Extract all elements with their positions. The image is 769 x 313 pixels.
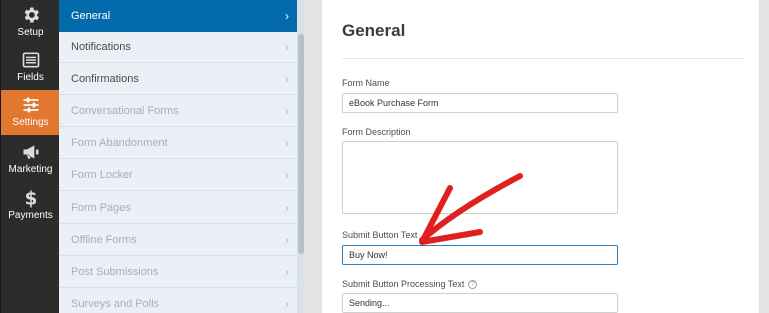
panel-item-label: Post Submissions	[71, 266, 159, 278]
chevron-right-icon: ›	[285, 265, 289, 279]
panel-item-label: Offline Forms	[71, 234, 137, 246]
rail-item-label: Fields	[17, 72, 44, 83]
panel-item-label: General	[71, 10, 111, 22]
submit-button-text-label: Submit Button Text	[342, 230, 418, 240]
processing-text-label-text: Submit Button Processing Text	[342, 279, 465, 289]
panel-item-form-locker[interactable]: Form Locker ›	[59, 159, 297, 191]
gear-icon	[24, 7, 39, 23]
panel-item-label: Form Abandonment	[71, 137, 168, 149]
panel-item-label: Form Locker	[71, 169, 133, 181]
builder-sidebar: Setup Fields Settings Marketing $ Paymen…	[0, 0, 60, 313]
chevron-right-icon: ›	[285, 233, 289, 247]
fields-list-icon	[22, 52, 39, 68]
panel-item-label: Surveys and Polls	[71, 298, 160, 310]
megaphone-icon	[23, 145, 38, 159]
rail-item-settings[interactable]: Settings	[1, 90, 60, 135]
chevron-right-icon: ›	[285, 9, 289, 23]
chevron-right-icon: ›	[285, 72, 289, 86]
rail-item-fields[interactable]: Fields	[1, 45, 60, 90]
panel-item-form-pages[interactable]: Form Pages ›	[59, 192, 297, 224]
settings-panel: General › Notifications › Confirmations …	[59, 0, 305, 313]
rail-item-marketing[interactable]: Marketing	[1, 137, 60, 182]
form-description-textarea[interactable]	[342, 141, 618, 214]
rail-item-label: Settings	[12, 117, 49, 128]
chevron-right-icon: ›	[285, 201, 289, 215]
processing-text-input[interactable]: Sending...	[342, 293, 618, 313]
content-gutter	[305, 0, 322, 313]
page-title: General	[342, 21, 406, 40]
chevron-right-icon: ›	[285, 136, 289, 150]
chevron-right-icon: ›	[285, 40, 289, 54]
help-icon[interactable]: ?	[468, 280, 478, 289]
chevron-right-icon: ›	[285, 297, 289, 311]
panel-item-post-submissions[interactable]: Post Submissions ›	[59, 256, 297, 288]
panel-item-form-abandonment[interactable]: Form Abandonment ›	[59, 127, 297, 159]
processing-text-label: Submit Button Processing Text?	[342, 279, 478, 289]
form-description-label: Form Description	[342, 127, 411, 137]
chevron-right-icon: ›	[285, 104, 289, 118]
form-name-label: Form Name	[342, 78, 390, 88]
panel-item-label: Conversational Forms	[71, 105, 179, 117]
panel-item-confirmations[interactable]: Confirmations ›	[59, 63, 297, 95]
rail-item-payments[interactable]: $ Payments	[1, 183, 60, 228]
rail-item-label: Payments	[8, 210, 53, 221]
dollar-icon: $	[24, 189, 37, 208]
chevron-right-icon: ›	[285, 168, 289, 182]
panel-item-notifications[interactable]: Notifications ›	[59, 31, 297, 63]
window-edge	[759, 0, 769, 313]
submit-button-text-input[interactable]: Buy Now!	[342, 245, 618, 265]
panel-item-general[interactable]: General ›	[59, 0, 297, 32]
panel-item-offline-forms[interactable]: Offline Forms ›	[59, 224, 297, 256]
panel-item-label: Confirmations	[71, 73, 139, 85]
panel-item-surveys-and-polls[interactable]: Surveys and Polls ›	[59, 288, 297, 313]
rail-item-label: Marketing	[8, 164, 53, 175]
settings-content: General Form Name eBook Purchase Form Fo…	[322, 0, 759, 313]
svg-text:$: $	[24, 189, 37, 208]
panel-item-label: Form Pages	[71, 202, 131, 214]
panel-scrollbar-thumb[interactable]	[298, 34, 304, 254]
rail-item-setup[interactable]: Setup	[1, 0, 60, 45]
panel-item-label: Notifications	[71, 41, 131, 53]
title-divider	[342, 58, 744, 59]
rail-item-label: Setup	[17, 27, 44, 38]
panel-item-conversational-forms[interactable]: Conversational Forms ›	[59, 95, 297, 127]
form-name-input[interactable]: eBook Purchase Form	[342, 93, 618, 113]
panel-scrollbar[interactable]	[297, 0, 305, 313]
sliders-icon	[23, 97, 38, 113]
